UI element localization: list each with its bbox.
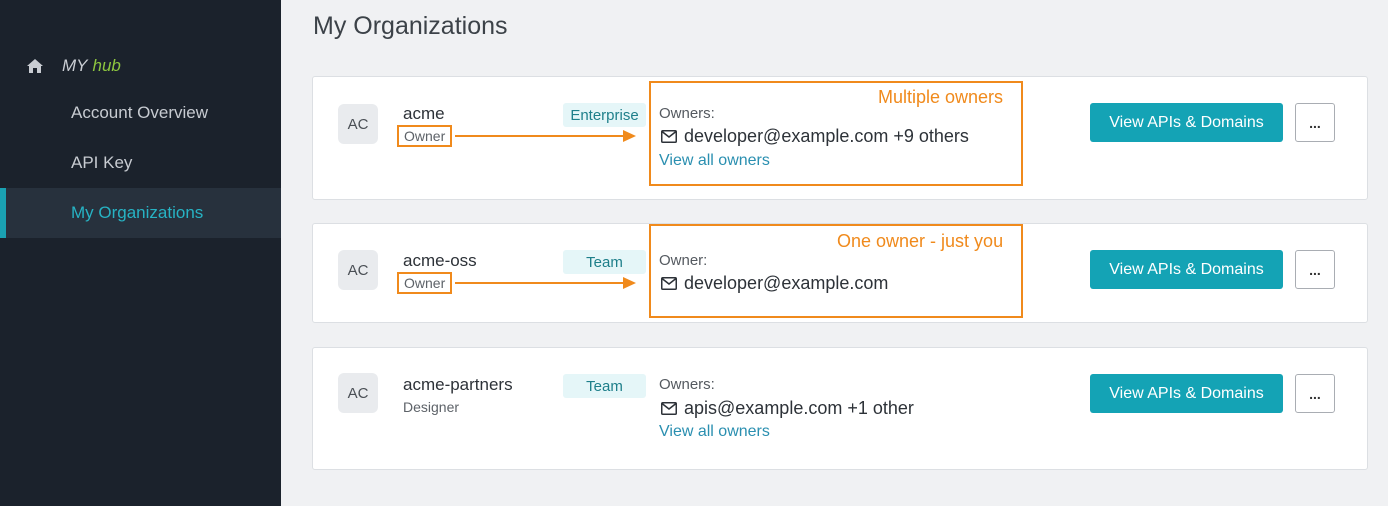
org-avatar: AC — [338, 250, 378, 290]
sidebar-item-label: My Organizations — [71, 203, 204, 222]
page-title: My Organizations — [313, 12, 508, 40]
brand-hub-text: hub — [92, 56, 121, 75]
sidebar-item-api-key[interactable]: API Key — [0, 138, 281, 188]
plan-badge: Team — [563, 250, 646, 274]
sidebar-item-label: Account Overview — [71, 103, 208, 122]
plan-badge: Enterprise — [563, 103, 646, 127]
org-avatar: AC — [338, 104, 378, 144]
org-name: acme-oss — [403, 251, 477, 270]
view-all-owners-link[interactable]: View all owners — [659, 423, 770, 441]
sidebar-item-account-overview[interactable]: Account Overview — [0, 88, 281, 138]
view-apis-domains-button[interactable]: View APIs & Domains — [1090, 103, 1283, 142]
plan-badge: Team — [563, 374, 646, 398]
owners-text: apis@example.com +1 other — [684, 398, 914, 418]
more-options-button[interactable]: ... — [1295, 374, 1335, 413]
mail-icon — [661, 402, 677, 415]
sidebar: MY hub Account Overview API Key My Organ… — [0, 0, 281, 506]
view-apis-domains-button[interactable]: View APIs & Domains — [1090, 374, 1283, 413]
callout-text-one-owner: One owner - just you — [837, 231, 1004, 251]
owners-label: Owners: — [659, 376, 715, 393]
owners-line: apis@example.com +1 other — [661, 398, 914, 419]
org-avatar: AC — [338, 373, 378, 413]
myhub-brand[interactable]: MY hub — [26, 55, 121, 77]
org-name: acme — [403, 104, 445, 123]
sidebar-item-my-organizations[interactable]: My Organizations — [0, 188, 281, 238]
brand-my-text: MY — [62, 56, 88, 75]
more-options-button[interactable]: ... — [1295, 250, 1335, 289]
arrow-icon — [455, 130, 636, 142]
callout-text-multiple-owners: Multiple owners — [878, 87, 1004, 107]
org-card-acme-partners: AC acme-partners Designer Team Owners: a… — [312, 347, 1368, 470]
sidebar-item-label: API Key — [71, 153, 133, 172]
more-options-button[interactable]: ... — [1295, 103, 1335, 142]
org-role: Owner — [397, 125, 453, 147]
org-name: acme-partners — [403, 375, 513, 394]
home-icon — [27, 59, 43, 73]
view-apis-domains-button[interactable]: View APIs & Domains — [1090, 250, 1283, 289]
org-role: Owner — [397, 272, 453, 294]
org-role: Designer — [403, 399, 460, 415]
arrow-icon — [455, 277, 636, 289]
